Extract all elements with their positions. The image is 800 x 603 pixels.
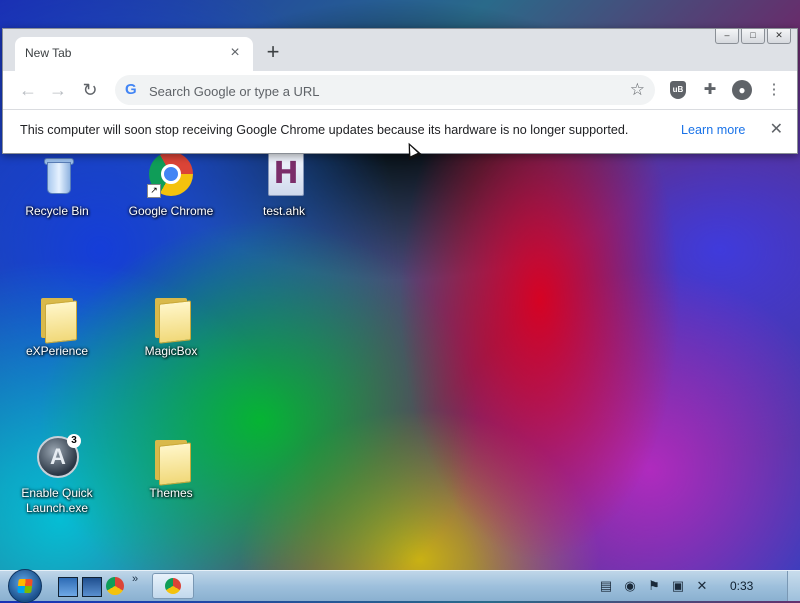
show-desktop-quicklaunch-icon[interactable]: [58, 577, 78, 597]
chrome-icon: [165, 578, 181, 594]
volume-muted-icon[interactable]: ✕: [694, 578, 710, 594]
shortcut-arrow-icon: ↗: [147, 184, 161, 198]
quicklaunch-overflow-chevron[interactable]: »: [132, 573, 138, 585]
menu-kebab-icon[interactable]: ⋮: [763, 79, 785, 101]
network-icon[interactable]: ▣: [670, 578, 686, 594]
forward-button[interactable]: →: [45, 77, 71, 103]
reload-button[interactable]: ↻: [77, 77, 103, 103]
desktop-icon-recycle-bin[interactable]: Recycle Bin: [9, 152, 105, 219]
google-g-icon: G: [125, 81, 137, 98]
search-input[interactable]: [147, 81, 621, 101]
folder-icon: [147, 292, 195, 344]
desktop-icon-label: eXPerience: [25, 344, 89, 358]
ublock-extension-button[interactable]: uB: [667, 79, 689, 101]
learn-more-link[interactable]: Learn more: [681, 123, 745, 137]
action-center-flag-icon[interactable]: ⚑: [646, 578, 662, 594]
ublock-shield-icon: uB: [670, 81, 686, 99]
close-window-button[interactable]: ✕: [767, 29, 791, 44]
infobar-close-icon[interactable]: ✕: [770, 120, 783, 140]
desktop-icon-enable-quick-launch[interactable]: A3 Enable Quick Launch.exe: [9, 434, 105, 516]
show-desktop-button[interactable]: [787, 571, 800, 601]
new-tab-button[interactable]: +: [261, 41, 285, 65]
profile-button[interactable]: ●: [731, 79, 753, 101]
chrome-window: – □ ✕ New Tab × + ← → ↻ G ☆ uB ✚ ● ⋮ Thi…: [2, 28, 798, 154]
switch-windows-quicklaunch-icon[interactable]: [82, 577, 102, 597]
window-controls: – □ ✕: [715, 29, 791, 44]
taskbar-clock[interactable]: 0:33: [730, 579, 753, 593]
tray-document-icon[interactable]: ▤: [598, 578, 614, 594]
minimize-button[interactable]: –: [715, 29, 739, 44]
ahk-script-icon: H: [260, 152, 308, 200]
chrome-icon: ↗: [147, 152, 195, 200]
back-button[interactable]: ←: [15, 77, 41, 103]
close-tab-icon[interactable]: ×: [225, 43, 245, 63]
chrome-quicklaunch-icon[interactable]: [106, 577, 124, 595]
taskbar-chrome-button[interactable]: [152, 573, 194, 599]
desktop-icon-experience[interactable]: eXPerience: [9, 292, 105, 359]
desktop-icon-label: MagicBox: [144, 344, 198, 358]
desktop-icon-themes[interactable]: Themes: [123, 434, 219, 501]
recycle-bin-icon: [33, 152, 81, 200]
infobar-message: This computer will soon stop receiving G…: [20, 123, 629, 137]
desktop-icon-label: Recycle Bin: [25, 204, 89, 218]
desktop-icon-label: Themes: [149, 486, 193, 500]
omnibox[interactable]: G ☆: [115, 75, 655, 105]
desktop-icon-google-chrome[interactable]: ↗ Google Chrome: [123, 152, 219, 219]
tab-title: New Tab: [25, 46, 72, 60]
desktop-icon-label: Google Chrome: [128, 204, 214, 218]
tab-new-tab[interactable]: New Tab ×: [15, 37, 253, 71]
quick-launch-app-icon: A3: [33, 434, 81, 482]
start-button[interactable]: [8, 569, 42, 603]
taskbar: » ▤ ◉ ⚑ ▣ ✕ 0:33: [0, 569, 800, 603]
bookmark-star-icon[interactable]: ☆: [630, 79, 645, 101]
update-infobar: This computer will soon stop receiving G…: [3, 109, 797, 153]
profile-avatar-icon: ●: [732, 80, 752, 100]
extensions-puzzle-icon[interactable]: ✚: [699, 79, 721, 101]
desktop-icon-test-ahk[interactable]: H test.ahk: [236, 152, 332, 219]
desktop-icon-magicbox[interactable]: MagicBox: [123, 292, 219, 359]
desktop-icon-label: test.ahk: [262, 204, 306, 218]
desktop-icon-label: Enable Quick Launch.exe: [21, 486, 93, 515]
browser-toolbar: ← → ↻ G ☆ uB ✚ ● ⋮: [3, 71, 797, 109]
tray-security-icon[interactable]: ◉: [622, 578, 638, 594]
maximize-button[interactable]: □: [741, 29, 765, 44]
folder-icon: [33, 292, 81, 344]
folder-icon: [147, 434, 195, 486]
